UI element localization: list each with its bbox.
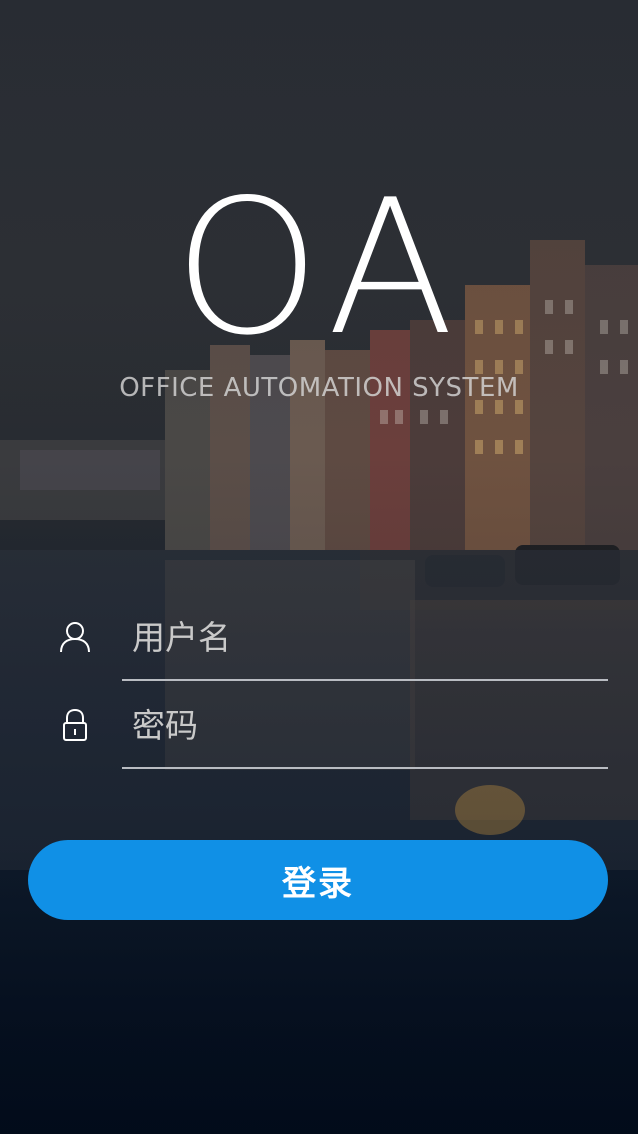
app-logo: OA [173,159,465,376]
app-subtitle: OFFICE AUTOMATION SYSTEM [119,373,519,403]
login-button[interactable]: 登录 [28,840,608,920]
login-screen: OA OFFICE AUTOMATION SYSTEM 登录 [0,0,638,1134]
password-field [0,693,638,781]
password-input[interactable] [122,695,608,755]
username-underline [122,679,608,681]
username-input[interactable] [122,607,608,667]
username-field [0,605,638,693]
lock-icon [63,708,87,741]
user-icon [60,622,90,653]
password-underline [122,767,608,769]
